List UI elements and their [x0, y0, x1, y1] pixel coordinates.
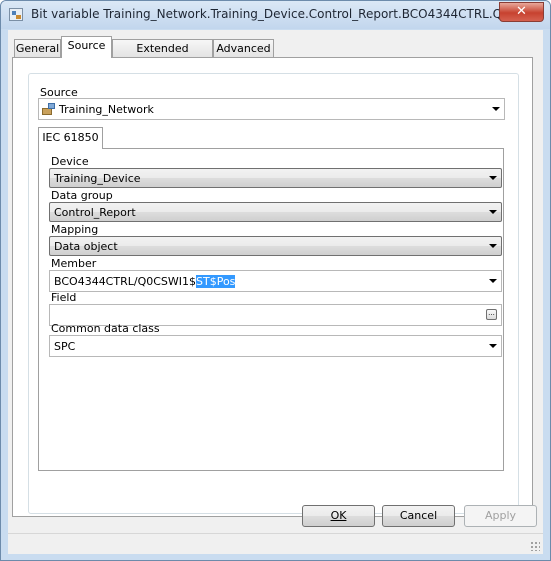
- data-group-label: Data group: [51, 189, 113, 202]
- mapping-dropdown[interactable]: Data object: [49, 236, 502, 256]
- window-title: Bit variable Training_Network.Training_D…: [31, 7, 501, 21]
- device-value: Training_Device: [54, 172, 141, 185]
- field-label: Field: [51, 291, 77, 304]
- mapping-value: Data object: [54, 240, 118, 253]
- ok-button-label: OK: [330, 509, 347, 522]
- chevron-down-icon: [489, 344, 497, 348]
- member-value-plain: BCO4344CTRL/Q0CSWI1$: [54, 275, 197, 288]
- source-tab-panel: Source Training_Network IEC 61850 Device…: [12, 57, 533, 517]
- close-button[interactable]: ✕: [499, 2, 544, 22]
- dialog-client: General Source Extended attributes Advan…: [8, 30, 543, 554]
- apply-button-label: Apply: [484, 509, 517, 522]
- ok-button[interactable]: OK: [302, 505, 375, 527]
- network-icon: [42, 103, 56, 116]
- apply-button[interactable]: Apply: [464, 505, 537, 527]
- tab-source[interactable]: Source: [61, 36, 112, 58]
- member-combobox[interactable]: BCO4344CTRL/Q0CSWI1$ST$Pos: [49, 270, 502, 292]
- cancel-button-label: Cancel: [399, 509, 438, 522]
- tab-iec-61850[interactable]: IEC 61850: [38, 127, 103, 149]
- member-value-selected: ST$Pos: [196, 275, 236, 288]
- chevron-down-icon: [492, 107, 500, 111]
- chevron-down-icon: [489, 244, 497, 248]
- status-bar: [8, 533, 543, 554]
- resize-grip-icon[interactable]: [530, 541, 540, 551]
- chevron-down-icon: [489, 176, 497, 180]
- source-group: Source Training_Network IEC 61850 Device…: [28, 73, 519, 514]
- chevron-down-icon: [489, 279, 497, 283]
- dialog-window: Bit variable Training_Network.Training_D…: [0, 0, 551, 561]
- iec-61850-panel: Device Training_Device Data group Contro…: [38, 148, 504, 471]
- member-label: Member: [51, 257, 97, 270]
- cancel-button[interactable]: Cancel: [382, 505, 455, 527]
- ellipsis-button[interactable]: ...: [486, 309, 497, 320]
- source-value: Training_Network: [59, 103, 154, 116]
- source-dropdown[interactable]: Training_Network: [38, 98, 505, 120]
- tab-general[interactable]: General: [14, 39, 61, 57]
- common-data-class-label: Common data class: [51, 322, 160, 335]
- data-group-value: Control_Report: [54, 206, 136, 219]
- device-dropdown[interactable]: Training_Device: [49, 168, 502, 188]
- tab-extended-attributes[interactable]: Extended attributes: [112, 39, 213, 72]
- mapping-label: Mapping: [51, 223, 99, 236]
- title-bar[interactable]: Bit variable Training_Network.Training_D…: [1, 1, 550, 29]
- common-data-class-dropdown[interactable]: SPC: [49, 335, 502, 357]
- common-data-class-value: SPC: [54, 340, 76, 353]
- app-icon: [9, 8, 23, 21]
- device-label: Device: [51, 155, 89, 168]
- member-value: BCO4344CTRL/Q0CSWI1$ST$Pos: [54, 275, 236, 288]
- chevron-down-icon: [489, 210, 497, 214]
- data-group-dropdown[interactable]: Control_Report: [49, 202, 502, 222]
- tab-advanced[interactable]: Advanced: [213, 39, 274, 57]
